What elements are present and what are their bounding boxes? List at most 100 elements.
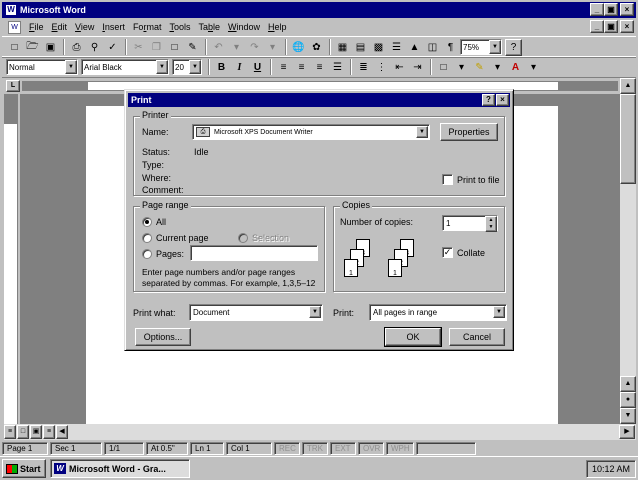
- copies-spinner[interactable]: ▲ ▼: [485, 216, 497, 232]
- underline-button[interactable]: U: [249, 59, 266, 76]
- print-select[interactable]: All pages in range ▼: [369, 304, 507, 321]
- print-what-select[interactable]: Document ▼: [189, 304, 323, 321]
- collate-checkbox[interactable]: ✓: [442, 247, 453, 258]
- selection-radio[interactable]: [238, 233, 248, 243]
- print-preview-icon[interactable]: ⚲: [86, 39, 103, 56]
- print-icon[interactable]: ⎙: [68, 39, 85, 56]
- menu-help[interactable]: Help: [264, 22, 291, 32]
- horizontal-scrollbar[interactable]: ≡ □ ▣ ≡ ◀ ▶: [4, 424, 636, 440]
- next-page-icon[interactable]: ▼: [620, 408, 636, 424]
- highlight-icon[interactable]: ✎: [471, 59, 488, 76]
- style-select[interactable]: Normal ▼: [6, 59, 78, 75]
- normal-view-icon[interactable]: ≡: [4, 425, 16, 439]
- ok-button[interactable]: OK: [384, 327, 442, 347]
- redo-icon[interactable]: ↷: [246, 39, 263, 56]
- chevron-down-icon[interactable]: ▼: [489, 40, 501, 54]
- web-layout-icon[interactable]: □: [17, 425, 29, 439]
- new-document-icon[interactable]: □: [6, 39, 23, 56]
- menu-edit[interactable]: Edit: [48, 22, 72, 32]
- page-range-all-radio[interactable]: [142, 217, 152, 227]
- document-map-icon[interactable]: ◫: [424, 39, 441, 56]
- borders-dropdown-icon[interactable]: ▾: [453, 59, 470, 76]
- options-button[interactable]: Options...: [135, 328, 191, 346]
- cut-icon[interactable]: ✂: [130, 39, 147, 56]
- align-left-icon[interactable]: ≡: [275, 59, 292, 76]
- chevron-down-icon[interactable]: ▼: [416, 126, 428, 138]
- scroll-up-icon[interactable]: ▲: [620, 78, 636, 94]
- font-color-dropdown-icon[interactable]: ▾: [525, 59, 542, 76]
- system-clock[interactable]: 10:12 AM: [586, 460, 636, 478]
- font-select[interactable]: Arial Black ▼: [81, 59, 169, 75]
- current-page-radio[interactable]: [142, 233, 152, 243]
- insert-table-icon[interactable]: ▤: [352, 39, 369, 56]
- chevron-down-icon[interactable]: ▼: [156, 60, 168, 74]
- highlight-dropdown-icon[interactable]: ▾: [489, 59, 506, 76]
- cancel-button[interactable]: Cancel: [449, 328, 505, 346]
- scroll-right-icon[interactable]: ▶: [619, 425, 635, 439]
- select-browse-object-icon[interactable]: ●: [620, 392, 636, 408]
- doc-minimize-button[interactable]: _: [590, 20, 604, 33]
- undo-icon[interactable]: ↶: [210, 39, 227, 56]
- insert-hyperlink-icon[interactable]: 🌐: [290, 39, 307, 56]
- start-button[interactable]: Start: [2, 459, 46, 478]
- menu-tools[interactable]: Tools: [165, 22, 194, 32]
- bullets-icon[interactable]: ⋮: [373, 59, 390, 76]
- redo-dropdown-icon[interactable]: ▾: [264, 39, 281, 56]
- status-wph[interactable]: WPH: [386, 441, 414, 455]
- pages-input[interactable]: [190, 245, 318, 261]
- menu-view[interactable]: View: [71, 22, 98, 32]
- web-toolbar-icon[interactable]: ✿: [308, 39, 325, 56]
- title-bar[interactable]: W Microsoft Word _ ▣ ×: [2, 2, 636, 18]
- show-hide-icon[interactable]: ¶: [442, 39, 459, 56]
- document-control-icon[interactable]: W: [8, 20, 21, 34]
- print-to-file-checkbox[interactable]: [442, 174, 453, 185]
- spelling-icon[interactable]: ✓: [104, 39, 121, 56]
- align-right-icon[interactable]: ≡: [311, 59, 328, 76]
- menu-window[interactable]: Window: [224, 22, 264, 32]
- open-folder-icon[interactable]: 🗁: [24, 39, 41, 56]
- scroll-left-icon[interactable]: ◀: [56, 425, 68, 439]
- print-layout-icon[interactable]: ▣: [30, 425, 42, 439]
- vertical-scrollbar[interactable]: ▲ ▲ ● ▼: [620, 78, 636, 424]
- printer-name-select[interactable]: ⎙ Microsoft XPS Document Writer ▼: [192, 124, 430, 140]
- drawing-icon[interactable]: ▲: [406, 39, 423, 56]
- font-size-select[interactable]: 20 ▼: [172, 59, 202, 75]
- chevron-down-icon[interactable]: ▼: [189, 60, 201, 74]
- office-assistant-icon[interactable]: ?: [505, 38, 522, 56]
- menu-insert[interactable]: Insert: [98, 22, 129, 32]
- status-ovr[interactable]: OVR: [358, 441, 384, 455]
- dialog-title-bar[interactable]: Print ? ×: [128, 93, 510, 107]
- paste-icon[interactable]: □: [166, 39, 183, 56]
- pages-radio[interactable]: [142, 249, 152, 259]
- close-button[interactable]: ×: [620, 3, 634, 16]
- chevron-down-icon[interactable]: ▼: [309, 306, 321, 318]
- word-app-icon[interactable]: W: [5, 4, 17, 16]
- undo-dropdown-icon[interactable]: ▾: [228, 39, 245, 56]
- outline-view-icon[interactable]: ≡: [43, 425, 55, 439]
- scroll-thumb[interactable]: [620, 94, 636, 184]
- minimize-button[interactable]: _: [590, 3, 604, 16]
- status-trk[interactable]: TRK: [302, 441, 328, 455]
- restore-button[interactable]: ▣: [604, 3, 618, 16]
- chevron-down-icon[interactable]: ▼: [65, 60, 77, 74]
- status-ext[interactable]: EXT: [330, 441, 356, 455]
- insert-excel-icon[interactable]: ▩: [370, 39, 387, 56]
- numbering-icon[interactable]: ≣: [355, 59, 372, 76]
- format-painter-icon[interactable]: ✎: [184, 39, 201, 56]
- properties-button[interactable]: Properties: [440, 123, 498, 141]
- chevron-down-icon[interactable]: ▼: [493, 306, 505, 318]
- bold-button[interactable]: B: [213, 59, 230, 76]
- menu-table[interactable]: Table: [194, 22, 224, 32]
- columns-icon[interactable]: ☰: [388, 39, 405, 56]
- decrease-indent-icon[interactable]: ⇤: [391, 59, 408, 76]
- taskbar-item-word[interactable]: W Microsoft Word - Gra...: [50, 459, 190, 478]
- increase-indent-icon[interactable]: ⇥: [409, 59, 426, 76]
- tab-selector[interactable]: L: [6, 80, 20, 92]
- doc-restore-button[interactable]: ▣: [604, 20, 618, 33]
- copy-icon[interactable]: ❐: [148, 39, 165, 56]
- menu-format[interactable]: Format: [129, 22, 166, 32]
- tables-borders-icon[interactable]: ▦: [334, 39, 351, 56]
- align-center-icon[interactable]: ≡: [293, 59, 310, 76]
- font-color-icon[interactable]: A: [507, 59, 524, 76]
- justify-icon[interactable]: ☰: [329, 59, 346, 76]
